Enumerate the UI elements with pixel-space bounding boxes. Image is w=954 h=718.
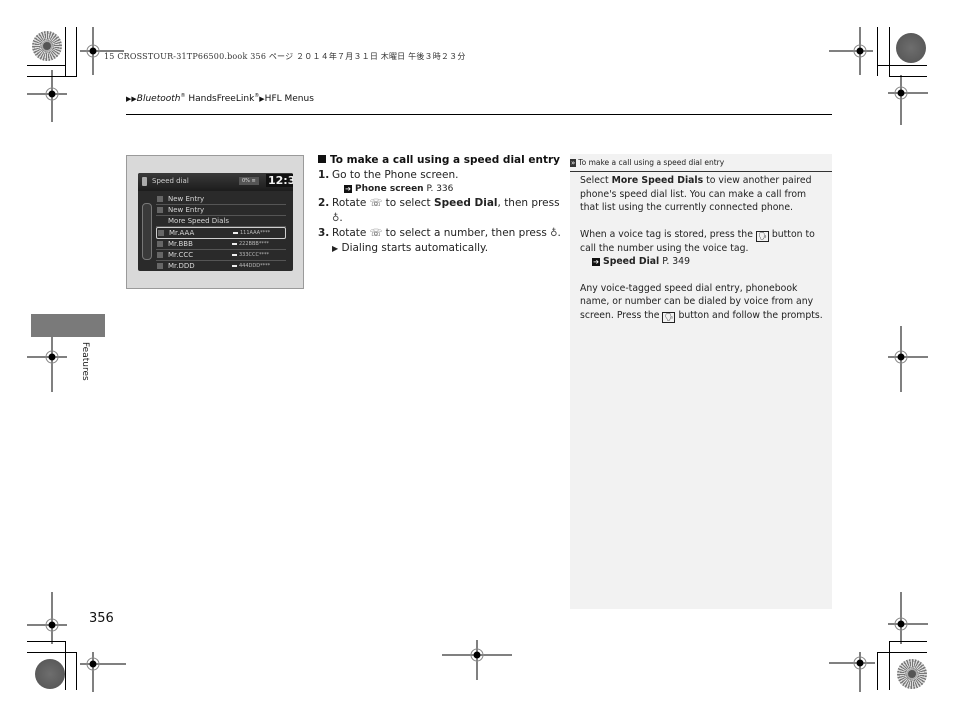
- side-paragraph: Select More Speed Dials to view another …: [580, 175, 812, 213]
- side-paragraph: Any voice-tagged speed dial entry, phone…: [580, 282, 823, 323]
- display-screen: Speed dial 0% ≡ 12:34 New Entry New Entr…: [138, 173, 293, 271]
- speed-dial-screen-illustration: Speed dial 0% ≡ 12:34 New Entry New Entr…: [126, 155, 304, 289]
- number-type-icon: [232, 243, 237, 245]
- interface-dial-icon: ☏: [369, 198, 383, 209]
- cross-reference-arrow-icon: ➔: [344, 185, 352, 193]
- section-tab-marker: [31, 314, 105, 337]
- entry-icon: [157, 196, 163, 202]
- clock: 12:34: [266, 174, 293, 187]
- result-note: ▶ Dialing starts automatically.: [332, 242, 489, 254]
- check-icon: [158, 230, 164, 236]
- registration-target: [829, 27, 873, 75]
- color-registration-dial: [32, 31, 62, 61]
- crop-mark: [889, 27, 890, 76]
- speed-dial-row[interactable]: Mr.BBB 222BBB****: [156, 239, 286, 250]
- side-note-panel: » To make a call using a speed dial entry…: [570, 154, 832, 609]
- section-tab-label: Features: [80, 342, 90, 381]
- voice-talk-icon: 🗣: [755, 230, 769, 242]
- registration-target: [829, 652, 875, 692]
- crop-mark: [877, 652, 927, 653]
- interface-dial-icon: ☏: [369, 228, 383, 239]
- crop-mark: [877, 65, 927, 66]
- crop-mark: [76, 27, 77, 76]
- side-paragraph: When a voice tag is stored, press the 🗣 …: [580, 228, 815, 254]
- section-heading: To make a call using a speed dial entry: [318, 153, 563, 168]
- cross-reference[interactable]: ➔ Speed Dial P. 349: [580, 255, 825, 269]
- step-3: 3. Rotate ☏ to select a number, then pres…: [318, 227, 561, 239]
- entry-icon: [157, 263, 163, 269]
- crop-mark: [877, 652, 878, 690]
- entry-icon: [157, 207, 163, 213]
- crop-mark: [76, 652, 77, 690]
- header-rule: [126, 114, 832, 115]
- color-registration-dial: [897, 659, 927, 689]
- number-type-icon: [232, 254, 237, 256]
- print-slug-header: 15 CROSSTOUR-31TP66500.book 356 ページ ２０１４…: [104, 52, 466, 61]
- registration-target: [27, 592, 67, 644]
- number-type-icon: [233, 232, 238, 234]
- registration-target: [80, 652, 126, 692]
- scrollbar: [142, 203, 152, 260]
- speed-dial-row[interactable]: More Speed Dials: [156, 216, 286, 227]
- speed-dial-row-selected[interactable]: Mr.AAA 111AAA****: [156, 227, 286, 239]
- side-note-heading: » To make a call using a speed dial entry: [570, 156, 832, 172]
- crop-mark: [65, 27, 66, 76]
- speed-dial-row[interactable]: Mr.CCC 333CCC****: [156, 250, 286, 261]
- crop-mark: [889, 641, 890, 690]
- speed-dial-row[interactable]: Mr.DDD 444DDD****: [156, 261, 286, 271]
- voice-talk-icon: 🗣: [662, 311, 676, 323]
- registration-target: [888, 75, 928, 125]
- screen-title-bar: Speed dial 0% ≡ 12:34: [138, 173, 293, 191]
- check-icon: [157, 241, 163, 247]
- speed-dial-row[interactable]: New Entry: [156, 194, 286, 205]
- side-note-body: Select More Speed Dials to view another …: [580, 174, 825, 336]
- color-registration-dial: [35, 659, 65, 689]
- color-registration-dial: [896, 33, 926, 63]
- speed-dial-list: New Entry New Entry More Speed Dials Mr.…: [156, 194, 286, 271]
- breadcrumb: ▶▶Bluetooth® HandsFreeLink®▶HFL Menus: [126, 93, 314, 104]
- crop-mark: [27, 65, 66, 66]
- breadcrumb-arrow-icon: ▶▶: [126, 95, 137, 103]
- crop-mark: [877, 27, 878, 76]
- breadcrumb-item[interactable]: HFL Menus: [265, 94, 314, 104]
- page-number: 356: [89, 611, 114, 626]
- battery-signal-status: 0% ≡: [239, 177, 259, 185]
- crop-mark: [27, 652, 77, 653]
- step-2: 2. Rotate ☏ to select Speed Dial, then pr…: [318, 197, 560, 224]
- number-type-icon: [232, 265, 237, 267]
- check-icon: [157, 252, 163, 258]
- cross-reference-arrow-icon: ➔: [592, 258, 600, 266]
- phone-icon: [142, 177, 147, 186]
- breadcrumb-item[interactable]: Bluetooth: [137, 94, 181, 104]
- press-dial-icon: ♁: [332, 213, 340, 224]
- note-marker-icon: »: [570, 159, 577, 167]
- screen-title: Speed dial: [152, 177, 189, 185]
- square-bullet-icon: [318, 155, 326, 163]
- result-arrow-icon: ▶: [332, 244, 339, 253]
- registration-target: [27, 70, 67, 122]
- cross-reference[interactable]: ➔ Phone screen P. 336: [318, 183, 563, 196]
- step-1: 1. Go to the Phone screen.: [318, 169, 459, 181]
- registration-target: [888, 592, 928, 644]
- crop-mark: [65, 641, 66, 690]
- registration-target: [888, 326, 928, 392]
- breadcrumb-item[interactable]: HandsFreeLink: [188, 94, 254, 104]
- registration-target: [442, 640, 512, 680]
- speed-dial-row[interactable]: New Entry: [156, 205, 286, 216]
- instructions: To make a call using a speed dial entry …: [318, 153, 563, 256]
